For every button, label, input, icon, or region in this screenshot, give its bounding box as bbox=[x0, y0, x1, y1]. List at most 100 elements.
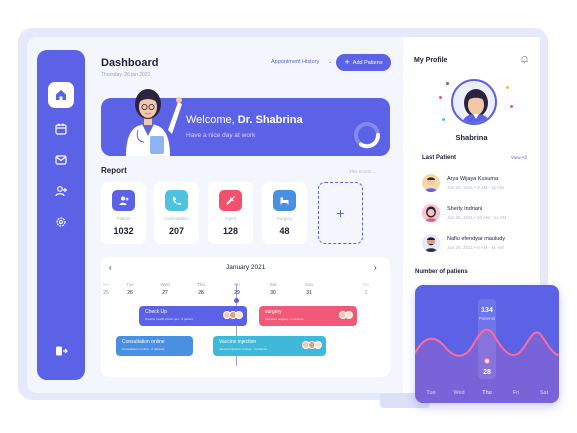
home-icon[interactable] bbox=[48, 82, 74, 108]
calendar-date[interactable]: 26 bbox=[120, 290, 140, 296]
welcome-greeting: Welcome, Dr. Shabrina bbox=[186, 114, 303, 126]
card-label: Consultation bbox=[163, 216, 190, 221]
report-card-surgery[interactable]: Surgery 48 bbox=[262, 182, 307, 244]
x-tick-label: Fri bbox=[513, 390, 519, 396]
doctor-illustration bbox=[126, 89, 182, 156]
x-tick-label: Thu bbox=[482, 390, 491, 396]
event-avatars bbox=[339, 311, 353, 319]
add-patient-label: Add Patiens bbox=[352, 59, 383, 66]
bell-icon[interactable] bbox=[520, 55, 529, 64]
patient-meta: Jan 26, 2021 • 10 AM - 11 AM bbox=[447, 215, 507, 220]
decor-dot bbox=[446, 82, 449, 85]
add-user-icon[interactable] bbox=[48, 178, 74, 204]
calendar-day-label: Thu bbox=[197, 282, 205, 287]
card-label: Patient bbox=[116, 216, 131, 221]
phone-icon bbox=[165, 190, 188, 211]
chevron-down-icon[interactable]: ⌄ bbox=[328, 59, 332, 65]
patient-name: Nafiu efendyar mauludy bbox=[447, 236, 506, 242]
calendar-date[interactable]: 27 bbox=[155, 290, 175, 296]
plus-icon: + bbox=[336, 205, 345, 221]
patients-chart-svg: 134 Patients 28 Tue Wed Thu Fri Sat bbox=[415, 299, 559, 403]
calendar-day-label: Wed bbox=[160, 282, 170, 287]
calendar-date[interactable]: 25 bbox=[96, 290, 116, 296]
patient-avatar[interactable] bbox=[422, 204, 440, 222]
report-card-inject[interactable]: Inject 128 bbox=[208, 182, 253, 244]
card-value: 1032 bbox=[113, 226, 134, 236]
x-tick-label: Wed bbox=[453, 390, 464, 396]
report-title: Report bbox=[101, 166, 127, 175]
calendar-day-label: Mo bbox=[102, 282, 110, 287]
calendar-day-label: Mo bbox=[362, 282, 370, 287]
event-vaccine[interactable]: Vaccine injection Vaccine injection rout… bbox=[213, 336, 326, 356]
event-avatars bbox=[223, 311, 243, 319]
highlight-value: 134 bbox=[481, 307, 493, 314]
patient-icon bbox=[112, 190, 135, 211]
calendar-date[interactable]: 31 bbox=[299, 290, 319, 296]
gear-icon[interactable] bbox=[48, 209, 74, 235]
decor-dot bbox=[442, 118, 445, 121]
event-subtitle: Intensive surgery - 2 patients bbox=[265, 317, 304, 321]
profile-title: My Profile bbox=[414, 57, 448, 64]
event-title: Check Up bbox=[145, 309, 167, 315]
card-label: Surgery bbox=[276, 216, 293, 221]
profile-name: Shabrina bbox=[455, 133, 488, 142]
syringe-icon bbox=[219, 190, 242, 211]
add-patient-button[interactable]: + Add Patiens bbox=[336, 54, 391, 71]
event-surgery[interactable]: surgery Intensive surgery - 2 patients bbox=[259, 306, 357, 326]
current-day-marker bbox=[234, 298, 239, 303]
event-consultation[interactable]: Consultation online Consultation routine… bbox=[116, 336, 193, 356]
period-label: This month bbox=[349, 169, 372, 174]
chevron-right-icon[interactable]: › bbox=[374, 263, 377, 272]
calendar-day-label: Sun bbox=[304, 282, 313, 287]
report-card-consultation[interactable]: Consultation 207 bbox=[154, 182, 199, 244]
decor-dot bbox=[510, 105, 513, 108]
card-value: 128 bbox=[222, 226, 239, 236]
calendar-month: January 2021 bbox=[226, 264, 266, 271]
highlight-label: Patients bbox=[479, 316, 496, 321]
page-date: Thursday, 26 jan 2021 bbox=[101, 72, 151, 78]
patient-meta: Jan 26, 2021 • 9 AM - 11 AM bbox=[447, 185, 504, 190]
x-tick-label: Tue bbox=[426, 390, 435, 396]
highlight-marker-value: 28 bbox=[483, 369, 491, 376]
calendar-date[interactable]: 29 bbox=[227, 290, 247, 296]
event-title: Consultation online bbox=[122, 339, 165, 345]
card-label: Inject bbox=[225, 216, 236, 221]
page-title: Dashboard bbox=[101, 57, 159, 69]
greeting-text: Welcome, bbox=[186, 114, 238, 126]
progress-ring-decoration bbox=[354, 122, 380, 149]
bed-icon bbox=[273, 190, 296, 211]
add-report-card-button[interactable]: + bbox=[318, 182, 363, 244]
patients-chart: 134 Patients 28 Tue Wed Thu Fri Sat bbox=[415, 285, 559, 403]
avatar[interactable] bbox=[451, 79, 497, 125]
calendar-day-label: Sat bbox=[269, 282, 277, 287]
logout-icon[interactable] bbox=[48, 338, 74, 364]
calendar-date[interactable]: 1 bbox=[356, 290, 376, 296]
mail-icon[interactable] bbox=[48, 147, 74, 173]
highlight-point[interactable] bbox=[483, 357, 491, 365]
event-subtitle: Consultation routine - 2 patients bbox=[122, 347, 165, 351]
patient-avatar[interactable] bbox=[422, 234, 440, 252]
appointment-history-link[interactable]: Appontment History bbox=[271, 59, 319, 65]
chevron-left-icon[interactable]: ‹ bbox=[109, 263, 112, 272]
doctor-name: Dr. Shabrina bbox=[237, 114, 303, 126]
period-select[interactable]: This month ⌄ bbox=[349, 169, 376, 175]
card-value: 207 bbox=[168, 226, 185, 236]
view-all-link[interactable]: View All bbox=[511, 155, 527, 160]
x-tick-label: Sat bbox=[540, 390, 549, 396]
calendar-icon[interactable] bbox=[48, 116, 74, 142]
calendar-date[interactable]: 30 bbox=[263, 290, 283, 296]
calendar-date[interactable]: 28 bbox=[191, 290, 211, 296]
patient-avatar[interactable] bbox=[422, 174, 440, 192]
patients-chart-title: Number of patiens bbox=[415, 269, 468, 275]
calendar-day-label: Tue bbox=[126, 282, 134, 287]
patient-name: Arya Wijaya Kusuma bbox=[447, 176, 499, 182]
patient-name: Sherly Indriani bbox=[447, 206, 483, 212]
event-subtitle: Routine health check ups - 3 patient bbox=[145, 317, 193, 321]
event-title: surgery bbox=[265, 309, 282, 315]
report-card-patient[interactable]: Patient 1032 bbox=[101, 182, 146, 244]
event-title: Vaccine injection bbox=[219, 339, 257, 345]
event-checkup[interactable]: Check Up Routine health check ups - 3 pa… bbox=[139, 306, 247, 326]
card-value: 48 bbox=[279, 226, 290, 236]
sidebar bbox=[37, 50, 85, 380]
event-avatars bbox=[302, 341, 322, 349]
